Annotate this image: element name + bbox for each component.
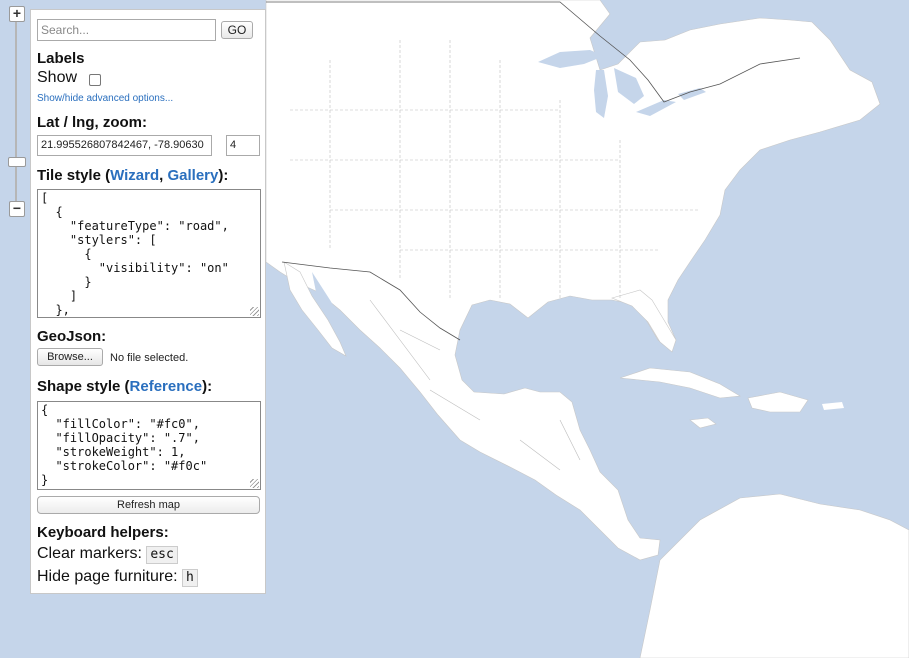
go-button[interactable]: GO	[221, 21, 253, 39]
shape-line: "strokeColor": "#f0c"	[41, 459, 208, 473]
cuba	[619, 367, 741, 399]
esc-key: esc	[146, 546, 178, 564]
zoom-level-input[interactable]: 4	[226, 135, 260, 156]
puerto-rico	[822, 402, 844, 410]
tile-line: },	[41, 303, 70, 317]
zoom-slider-track[interactable]	[15, 16, 17, 206]
tile-line: ]	[41, 289, 78, 303]
zoom-slider-handle[interactable]	[8, 157, 26, 167]
wizard-link[interactable]: Wizard	[110, 167, 159, 184]
clear-markers-label: Clear markers:	[37, 545, 142, 562]
hide-furniture-label: Hide page furniture:	[37, 568, 178, 585]
tile-style-heading: Tile style (Wizard, Gallery):	[37, 167, 228, 184]
control-panel: GO Labels Show Show/hide advanced option…	[30, 9, 266, 594]
geojson-heading: GeoJson:	[37, 328, 107, 345]
north-america-land	[265, 0, 881, 561]
south-america	[639, 493, 909, 658]
keyboard-heading: Keyboard helpers:	[37, 524, 169, 541]
tile-style-textarea[interactable]: [ { "featureType": "road", "stylers": [ …	[37, 189, 261, 318]
h-key: h	[181, 569, 198, 587]
jamaica	[689, 417, 717, 429]
tile-line: }	[41, 275, 92, 289]
shape-style-heading: Shape style (Reference):	[37, 378, 212, 395]
show-labels-checkbox[interactable]	[89, 74, 101, 86]
hispaniola	[747, 391, 809, 413]
shape-style-heading-suffix: ):	[202, 378, 213, 395]
resize-handle[interactable]	[250, 307, 259, 316]
resize-handle[interactable]	[250, 479, 259, 488]
refresh-map-button[interactable]: Refresh map	[37, 496, 260, 514]
advanced-options-link[interactable]: Show/hide advanced options...	[37, 93, 173, 104]
tile-line: {	[41, 205, 63, 219]
shape-line: {	[41, 403, 49, 417]
shape-line: "fillColor": "#fc0",	[41, 417, 200, 431]
file-status: No file selected.	[110, 352, 189, 364]
zoom-out-button[interactable]: −	[9, 201, 25, 217]
zoom-in-button[interactable]: +	[9, 6, 25, 22]
show-labels-label: Show	[37, 69, 78, 86]
tile-style-heading-prefix: Tile style (	[37, 167, 111, 184]
hide-furniture-row: Hide page furniture: h	[37, 568, 198, 587]
shape-style-heading-prefix: Shape style (	[37, 378, 130, 395]
tile-line: [	[41, 191, 49, 205]
clear-markers-row: Clear markers: esc	[37, 545, 178, 564]
latlng-heading: Lat / lng, zoom:	[37, 114, 147, 131]
latlng-input[interactable]: 21.995526807842467, -78.90630	[37, 135, 212, 156]
shape-style-textarea[interactable]: { "fillColor": "#fc0", "fillOpacity": ".…	[37, 401, 261, 490]
shape-line: "fillOpacity": ".7",	[41, 431, 200, 445]
tile-style-heading-suffix: ):	[218, 167, 229, 184]
gallery-link[interactable]: Gallery	[167, 167, 218, 184]
reference-link[interactable]: Reference	[130, 378, 203, 395]
map-canvas[interactable]: + − GO Labels Show Show/hide advanced op…	[0, 0, 909, 658]
tile-line: {	[41, 247, 92, 261]
tile-line: "stylers": [	[41, 233, 157, 247]
tile-line: "visibility": "on"	[41, 261, 229, 275]
shape-line: "strokeWeight": 1,	[41, 445, 186, 459]
tile-line: "featureType": "road",	[41, 219, 229, 233]
labels-heading: Labels	[37, 50, 85, 67]
browse-button[interactable]: Browse...	[37, 348, 103, 366]
search-input[interactable]	[37, 19, 216, 41]
shape-line: }	[41, 473, 49, 487]
